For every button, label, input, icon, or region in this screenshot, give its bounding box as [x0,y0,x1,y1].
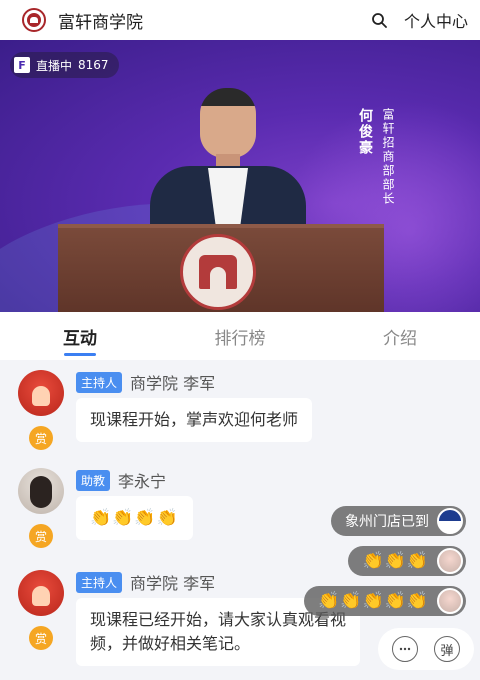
role-badge: 主持人 [76,571,123,593]
school-logo-icon [22,8,46,32]
reward-button[interactable]: 赏 [29,626,53,650]
search-icon[interactable] [368,9,390,31]
speaker-role-caption: 富轩招商部部长 [381,108,395,206]
avatar[interactable] [18,370,64,416]
tab-interaction[interactable]: 互动 [0,312,160,360]
live-status-badge: F 直播中 8167 [10,52,119,78]
role-badge: 助教 [76,469,111,491]
toast-text: 象州门店已到 [345,514,429,530]
toast-avatar [437,588,463,614]
bottom-action-bar: 弹 [378,628,474,670]
tab-bar: 互动 排行榜 介绍 [0,312,480,360]
podium [58,224,384,312]
chat-message: 赏 主持人 商学院 李军 现课程开始，掌声欢迎何老师 [18,370,458,460]
comment-icon[interactable] [392,636,418,662]
applause-toast: 👏👏👏 [348,546,466,576]
role-badge: 主持人 [76,371,123,393]
message-line: 频，并做好相关笔记。 [90,634,251,653]
sender-name: 商学院 李军 [130,574,216,593]
arrival-toast: 象州门店已到 [331,506,466,536]
tab-ranking[interactable]: 排行榜 [160,312,320,360]
applause-toast: 👏👏👏👏👏 [304,586,466,616]
tab-introduction[interactable]: 介绍 [320,312,480,360]
message-bubble: 👏👏👏👏 [76,496,193,540]
app-header: 富轩商学院 个人中心 [0,0,480,40]
live-logo-icon: F [14,57,30,73]
toast-text: 👏👏👏👏👏 [318,591,429,611]
live-video-player[interactable]: F 直播中 8167 何俊豪 富轩招商部部长 [0,40,480,312]
toast-avatar [437,508,463,534]
speaker-name-caption: 何俊豪 [357,108,373,156]
sender-name: 李永宁 [118,472,167,491]
podium-emblem-icon [180,234,256,310]
message-bubble: 现课程开始，掌声欢迎何老师 [76,398,313,442]
reward-button[interactable]: 赏 [29,524,53,548]
toast-text: 👏👏👏 [362,551,429,571]
danmaku-toggle-button[interactable]: 弹 [434,636,460,662]
toast-avatar [437,548,463,574]
personal-center-link[interactable]: 个人中心 [404,8,468,32]
avatar[interactable] [18,570,64,616]
app-title: 富轩商学院 [58,12,143,33]
live-status-text: 直播中 [36,58,73,73]
reward-button[interactable]: 赏 [29,426,53,450]
sender-name: 商学院 李军 [130,374,216,393]
avatar[interactable] [18,468,64,514]
viewer-count: 8167 [78,58,109,72]
